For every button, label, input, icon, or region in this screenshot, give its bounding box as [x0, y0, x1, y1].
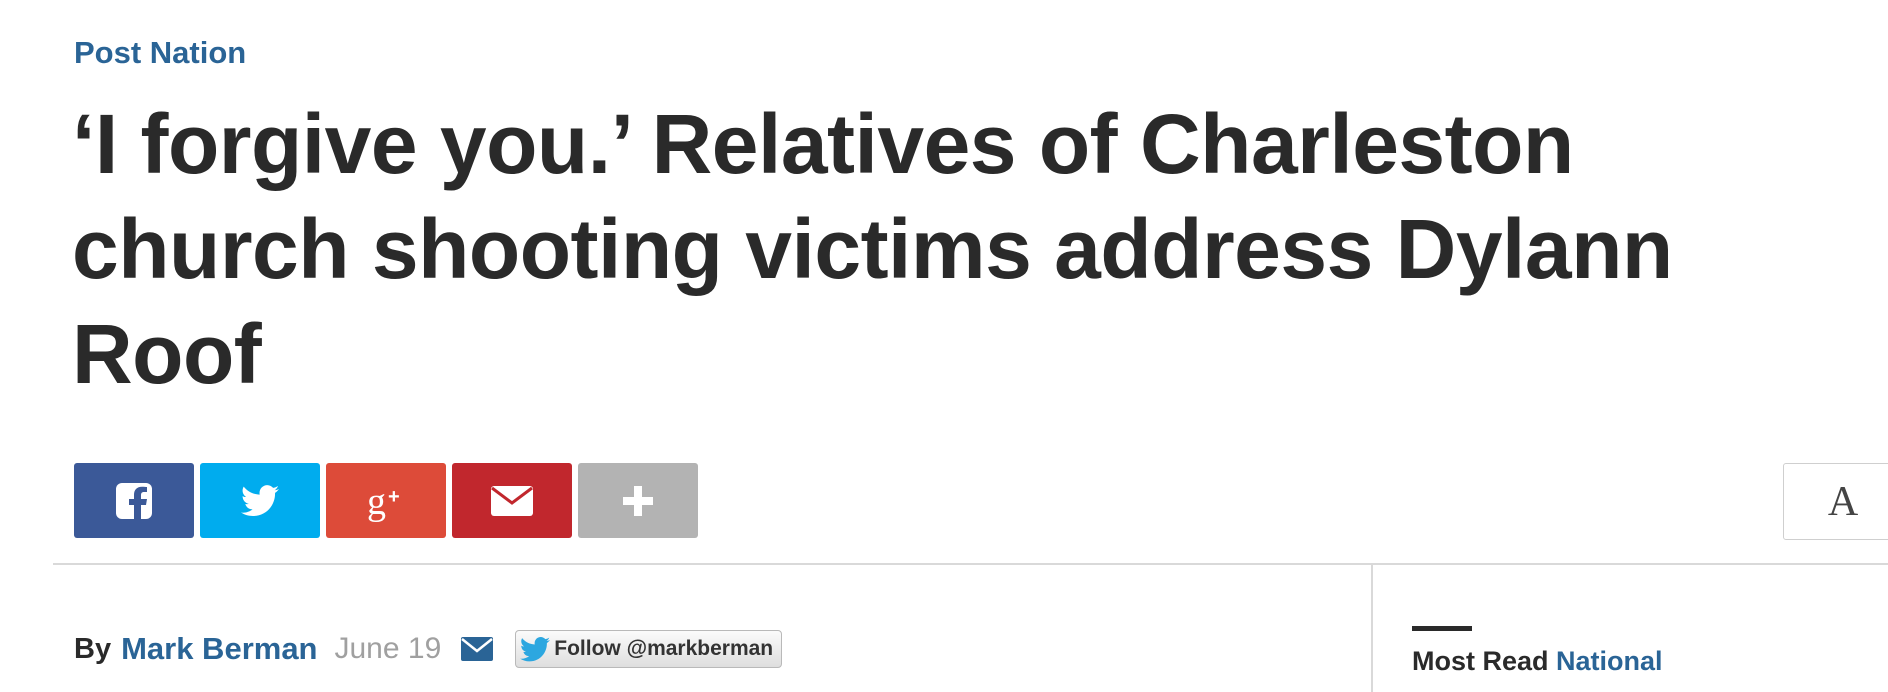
publish-date: June 19 [334, 632, 442, 665]
most-read-label: Most Read [1412, 646, 1557, 676]
share-toolbar: g + [74, 463, 698, 538]
byline: By Mark Berman June 19 Follow @markberma… [74, 627, 783, 671]
most-read-section-link[interactable]: National [1556, 646, 1663, 676]
follow-button-label: Follow @markberman [554, 637, 774, 660]
email-share-button[interactable] [452, 463, 572, 538]
text-resize-button[interactable]: A [1783, 463, 1888, 540]
horizontal-divider [53, 563, 1888, 565]
most-read-heading: Most Read National [1412, 646, 1663, 677]
envelope-icon [461, 637, 494, 661]
facebook-icon [116, 482, 152, 520]
google-plus-share-button[interactable]: g + [326, 463, 446, 538]
sidebar-heading-rule [1412, 626, 1472, 631]
envelope-icon [491, 485, 533, 516]
article-headline: ‘I forgive you.’ Relatives of Charleston… [72, 97, 1673, 401]
byline-prefix: By [74, 632, 112, 665]
twitter-follow-button[interactable]: Follow @markberman [515, 630, 783, 668]
more-share-button[interactable] [578, 463, 698, 538]
svg-text:+: + [388, 486, 400, 508]
facebook-share-button[interactable] [74, 463, 194, 538]
author-link[interactable]: Mark Berman [121, 631, 317, 667]
svg-text:g: g [367, 481, 386, 523]
vertical-divider [1371, 565, 1373, 692]
twitter-icon [241, 484, 279, 516]
plus-icon [623, 485, 653, 516]
text-resize-label: A [1827, 478, 1859, 525]
section-kicker-link[interactable]: Post Nation [74, 34, 246, 72]
google-plus-icon: g + [367, 481, 400, 523]
author-email-button[interactable] [461, 637, 494, 661]
twitter-bird-icon [520, 636, 551, 661]
twitter-share-button[interactable] [200, 463, 320, 538]
